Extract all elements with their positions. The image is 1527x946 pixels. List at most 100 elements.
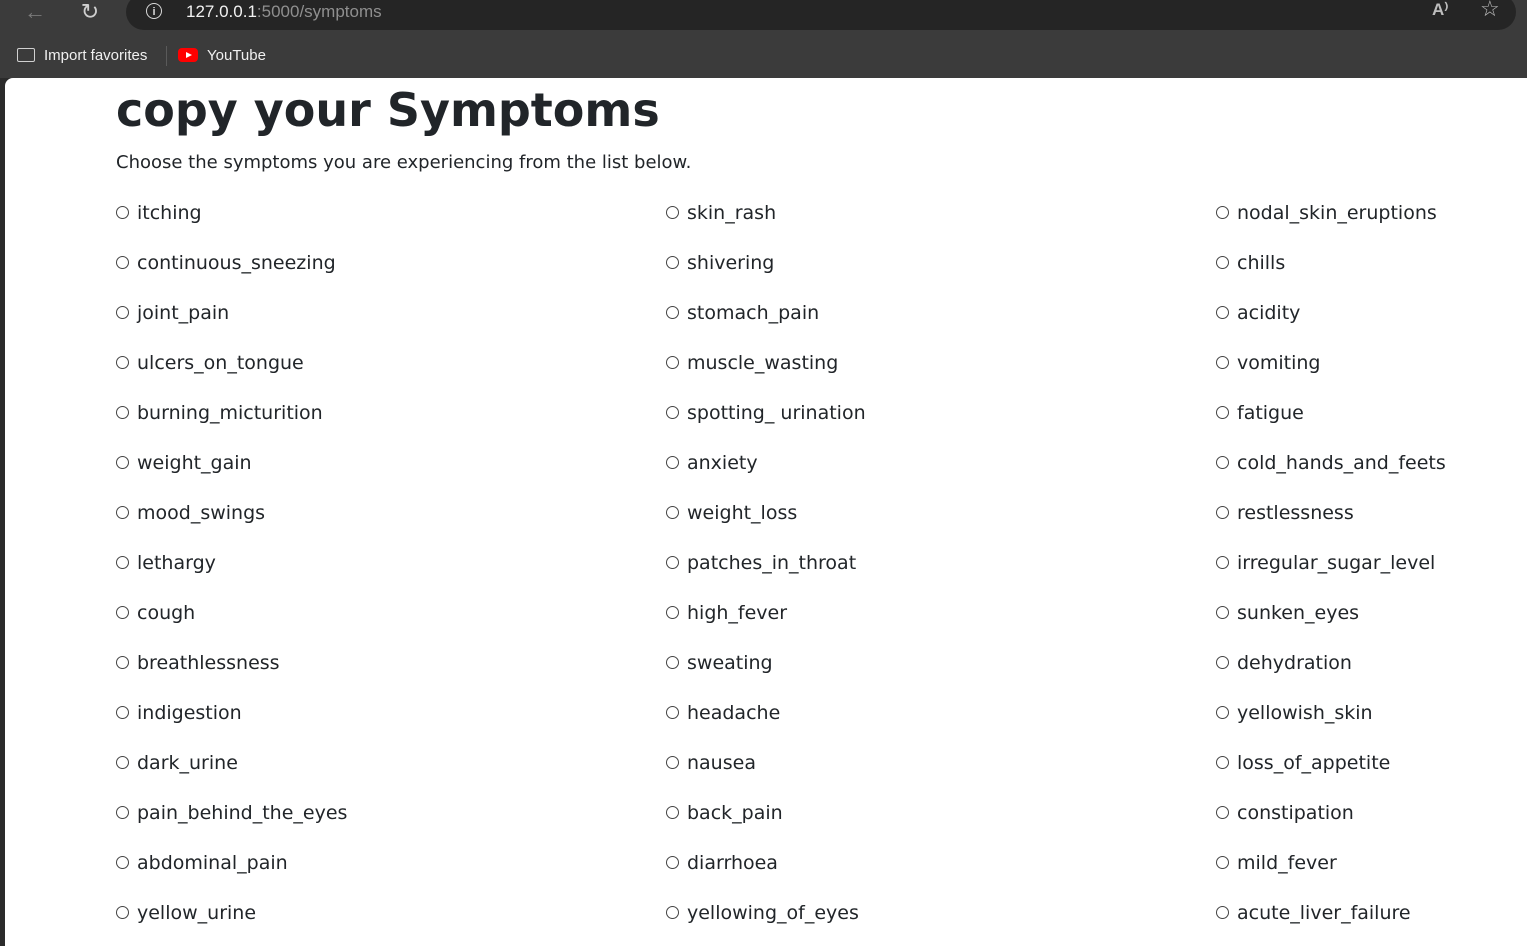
symptom-radio[interactable] [1216, 406, 1229, 419]
symptom-radio[interactable] [116, 756, 129, 769]
symptom-option[interactable]: pain_behind_the_eyes [116, 801, 666, 851]
symptom-radio[interactable] [666, 606, 679, 619]
symptom-label[interactable]: irregular_sugar_level [1237, 551, 1435, 575]
symptom-radio[interactable] [116, 906, 129, 919]
symptom-label[interactable]: muscle_wasting [687, 351, 838, 375]
bookmark-youtube[interactable]: YouTube [178, 46, 266, 66]
symptom-radio[interactable] [666, 556, 679, 569]
symptom-radio[interactable] [1216, 506, 1229, 519]
symptom-option[interactable]: cold_hands_and_feets [1216, 451, 1516, 501]
symptom-radio[interactable] [1216, 656, 1229, 669]
symptom-label[interactable]: mood_swings [137, 501, 265, 525]
symptom-radio[interactable] [1216, 356, 1229, 369]
symptom-radio[interactable] [666, 406, 679, 419]
symptom-radio[interactable] [116, 856, 129, 869]
symptom-label[interactable]: vomiting [1237, 351, 1321, 375]
symptom-label[interactable]: cough [137, 601, 195, 625]
symptom-option[interactable]: sweating [666, 651, 1216, 701]
symptom-option[interactable]: high_fever [666, 601, 1216, 651]
symptom-label[interactable]: burning_micturition [137, 401, 323, 425]
site-info-icon[interactable]: i [146, 3, 162, 19]
symptom-option[interactable]: back_pain [666, 801, 1216, 851]
url-text[interactable]: 127.0.0.1:5000/symptoms [186, 3, 382, 20]
symptom-label[interactable]: nodal_skin_eruptions [1237, 201, 1437, 225]
symptom-radio[interactable] [116, 256, 129, 269]
symptom-radio[interactable] [666, 856, 679, 869]
symptom-label[interactable]: weight_gain [137, 451, 252, 475]
symptom-label[interactable]: stomach_pain [687, 301, 819, 325]
symptom-label[interactable]: breathlessness [137, 651, 280, 675]
symptom-label[interactable]: anxiety [687, 451, 758, 475]
symptom-label[interactable]: headache [687, 701, 780, 725]
symptom-option[interactable]: shivering [666, 251, 1216, 301]
symptom-option[interactable]: diarrhoea [666, 851, 1216, 901]
symptom-label[interactable]: sweating [687, 651, 773, 675]
symptom-label[interactable]: nausea [687, 751, 756, 775]
symptom-label[interactable]: acidity [1237, 301, 1300, 325]
symptom-radio[interactable] [1216, 856, 1229, 869]
symptom-label[interactable]: restlessness [1237, 501, 1354, 525]
symptom-radio[interactable] [1216, 556, 1229, 569]
symptom-label[interactable]: cold_hands_and_feets [1237, 451, 1446, 475]
symptom-option[interactable]: yellowish_skin [1216, 701, 1516, 751]
symptom-label[interactable]: pain_behind_the_eyes [137, 801, 347, 825]
symptom-radio[interactable] [116, 356, 129, 369]
symptom-label[interactable]: weight_loss [687, 501, 797, 525]
symptom-label[interactable]: lethargy [137, 551, 216, 575]
symptom-option[interactable]: joint_pain [116, 301, 666, 351]
symptom-option[interactable]: dehydration [1216, 651, 1516, 701]
symptom-radio[interactable] [666, 256, 679, 269]
symptom-option[interactable]: mild_fever [1216, 851, 1516, 901]
symptom-label[interactable]: dehydration [1237, 651, 1352, 675]
symptom-option[interactable]: vomiting [1216, 351, 1516, 401]
symptom-label[interactable]: indigestion [137, 701, 242, 725]
reload-icon[interactable]: ↻ [75, 0, 105, 26]
symptom-radio[interactable] [1216, 206, 1229, 219]
symptom-option[interactable]: stomach_pain [666, 301, 1216, 351]
symptom-option[interactable]: sunken_eyes [1216, 601, 1516, 651]
symptom-option[interactable]: continuous_sneezing [116, 251, 666, 301]
symptom-label[interactable]: itching [137, 201, 202, 225]
symptom-option[interactable]: breathlessness [116, 651, 666, 701]
symptom-radio[interactable] [1216, 706, 1229, 719]
symptom-radio[interactable] [116, 506, 129, 519]
symptom-radio[interactable] [666, 756, 679, 769]
symptom-label[interactable]: yellow_urine [137, 901, 256, 925]
symptom-option[interactable]: abdominal_pain [116, 851, 666, 901]
symptom-option[interactable]: muscle_wasting [666, 351, 1216, 401]
symptom-option[interactable]: constipation [1216, 801, 1516, 851]
symptom-label[interactable]: chills [1237, 251, 1285, 275]
symptom-radio[interactable] [666, 206, 679, 219]
symptom-option[interactable]: nodal_skin_eruptions [1216, 201, 1516, 251]
symptom-label[interactable]: patches_in_throat [687, 551, 856, 575]
add-favorite-star-icon[interactable]: ☆ [1480, 0, 1500, 20]
symptom-option[interactable]: loss_of_appetite [1216, 751, 1516, 801]
symptom-radio[interactable] [116, 456, 129, 469]
symptom-label[interactable]: fatigue [1237, 401, 1304, 425]
symptom-label[interactable]: acute_liver_failure [1237, 901, 1411, 925]
symptom-option[interactable]: acidity [1216, 301, 1516, 351]
symptom-label[interactable]: skin_rash [687, 201, 776, 225]
symptom-radio[interactable] [1216, 756, 1229, 769]
symptom-option[interactable]: restlessness [1216, 501, 1516, 551]
symptom-label[interactable]: spotting_ urination [687, 401, 866, 425]
symptom-option[interactable]: yellow_urine [116, 901, 666, 946]
symptom-option[interactable]: burning_micturition [116, 401, 666, 451]
bookmark-import-favorites[interactable]: Import favorites [17, 46, 147, 66]
symptom-option[interactable]: irregular_sugar_level [1216, 551, 1516, 601]
symptom-label[interactable]: mild_fever [1237, 851, 1337, 875]
symptom-option[interactable]: weight_gain [116, 451, 666, 501]
symptom-option[interactable]: chills [1216, 251, 1516, 301]
symptom-option[interactable]: indigestion [116, 701, 666, 751]
read-aloud-icon[interactable]: A⁾ [1432, 0, 1448, 20]
symptom-label[interactable]: yellowish_skin [1237, 701, 1373, 725]
symptom-radio[interactable] [116, 206, 129, 219]
symptom-radio[interactable] [666, 806, 679, 819]
symptom-option[interactable]: itching [116, 201, 666, 251]
symptom-option[interactable]: lethargy [116, 551, 666, 601]
symptom-option[interactable]: anxiety [666, 451, 1216, 501]
symptom-radio[interactable] [116, 606, 129, 619]
symptom-label[interactable]: joint_pain [137, 301, 229, 325]
symptom-radio[interactable] [116, 406, 129, 419]
symptom-radio[interactable] [666, 656, 679, 669]
